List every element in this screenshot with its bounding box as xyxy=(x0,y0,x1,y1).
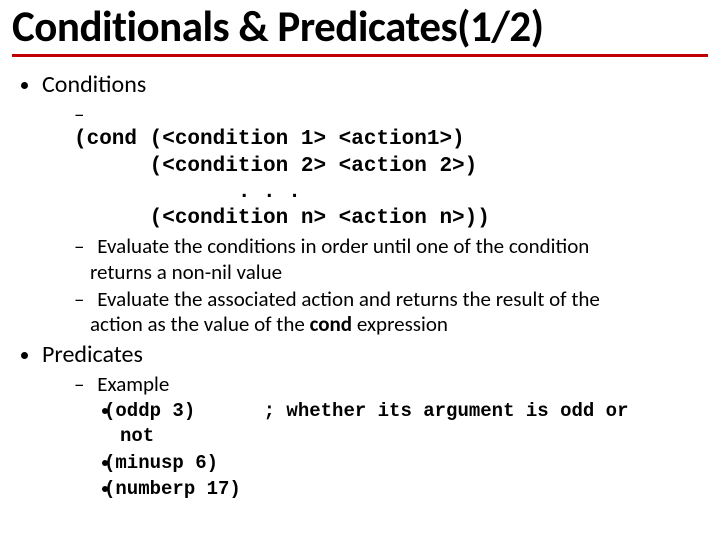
cond-keyword: cond xyxy=(310,311,353,337)
cond-rule-2: Evaluate the associated action and retur… xyxy=(74,287,708,337)
cond-rule-1a: Evaluate the conditions in order until o… xyxy=(97,233,589,259)
example-numberp: (numberp 17) xyxy=(120,477,708,502)
conditions-sublist: (cond (<condition 1> <action1>) (<condit… xyxy=(42,102,708,337)
cond-syntax: (cond (<condition 1> <action1>) (<condit… xyxy=(74,102,708,232)
code-line2: (<condition 2> <action 2>) xyxy=(90,154,708,180)
title-wrap: Conditionals & Predicates(1/2) xyxy=(12,0,708,67)
predicates-example-head: Example (oddp 3) ; whether its argument … xyxy=(74,372,708,502)
code-line1: (cond (<condition 1> <action1>) xyxy=(90,127,708,153)
cond-rule-1b: returns a non-nil value xyxy=(90,259,282,285)
bullet-predicates: Predicates Example (oddp 3) ; whether it… xyxy=(42,341,708,502)
bullet-predicates-label: Predicates xyxy=(42,340,143,369)
slide: { "title": "Conditionals & Predicates(1/… xyxy=(0,0,720,540)
code-line3: . . . xyxy=(90,180,708,206)
example-oddp: (oddp 3) ; whether its argument is odd o… xyxy=(120,399,708,449)
numberp-code: (numberp 17) xyxy=(104,478,241,500)
cond-rule-2b: action as the value of the xyxy=(90,311,310,337)
bullet-list-level1: Conditions (cond (<condition 1> <action1… xyxy=(12,71,708,502)
code-line4: (<condition n> <action n>)) xyxy=(90,206,708,232)
example-label: Example xyxy=(97,371,169,397)
cond-rule-2a: Evaluate the associated action and retur… xyxy=(97,286,600,312)
bullet-conditions-label: Conditions xyxy=(42,70,146,99)
minusp-code: (minusp 6) xyxy=(104,452,218,474)
cond-rule-1: Evaluate the conditions in order until o… xyxy=(74,234,708,284)
slide-title: Conditionals & Predicates(1/2) xyxy=(12,2,708,57)
oddp-code: (oddp 3) ; whether its argument is odd o… xyxy=(104,400,629,447)
cond-rule-2c: expression xyxy=(352,311,448,337)
bullet-conditions: Conditions (cond (<condition 1> <action1… xyxy=(42,71,708,337)
example-minusp: (minusp 6) xyxy=(120,451,708,476)
predicates-sublist: Example (oddp 3) ; whether its argument … xyxy=(42,372,708,502)
predicates-examples: (oddp 3) ; whether its argument is odd o… xyxy=(90,399,708,502)
